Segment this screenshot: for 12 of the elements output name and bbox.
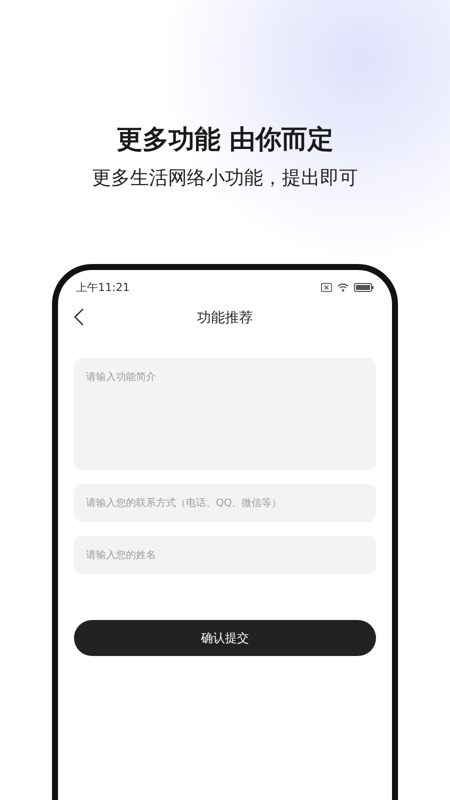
battery-icon — [354, 282, 374, 292]
headline: 更多功能 由你而定 — [116, 124, 334, 157]
status-time: 上午11:21 — [76, 280, 130, 294]
input-field[interactable]: 请输入您的联系方式（电话、QQ、微信等） — [74, 484, 376, 522]
input-field[interactable]: 请输入您的姓名 — [74, 536, 376, 574]
description-field[interactable]: 请输入功能简介 — [74, 358, 376, 470]
back-button[interactable] — [74, 308, 84, 326]
sim-icon — [321, 282, 332, 292]
submit-button[interactable]: 确认提交 — [74, 620, 376, 656]
subtitle: 更多生活网络小功能，提出即可 — [92, 166, 358, 191]
page-title: 功能推荐 — [197, 309, 253, 327]
wifi-icon — [337, 282, 349, 292]
